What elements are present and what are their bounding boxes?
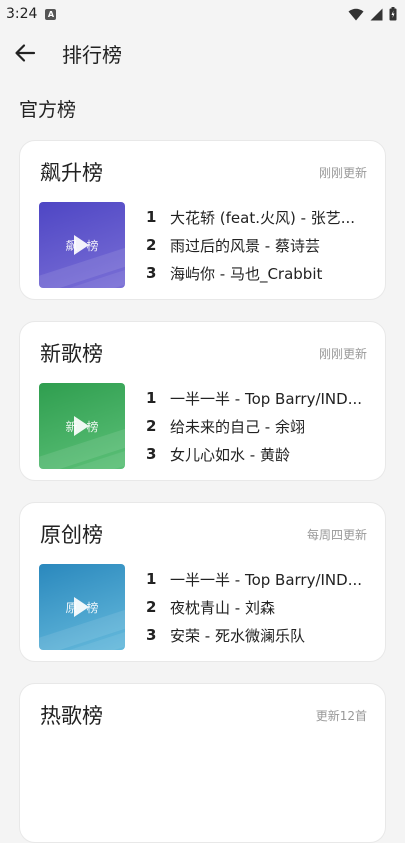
track-rank: 2 — [146, 236, 157, 254]
track-title: 女儿心如水 - 黄龄 — [170, 445, 290, 464]
signal-icon — [370, 8, 383, 20]
notification-app-icon: A — [45, 8, 57, 20]
chart-cover-image[interactable]: 飙 榜 — [39, 202, 125, 288]
card-title: 原创榜 — [40, 523, 103, 547]
track-item[interactable]: 1 一半一半 - Top Barry/IND... — [146, 565, 374, 593]
track-list: 1 一半一半 - Top Barry/IND... 2 夜枕青山 - 刘森 3 … — [146, 565, 374, 649]
card-title: 新歌榜 — [40, 342, 103, 366]
track-title: 雨过后的风景 - 蔡诗芸 — [170, 236, 320, 255]
track-item[interactable]: 3 安荣 - 死水微澜乐队 — [146, 621, 374, 649]
track-rank: 2 — [146, 598, 157, 616]
cover-label-left: 新 — [65, 419, 78, 434]
card-update-status: 刚刚更新 — [318, 347, 367, 361]
track-title: 给未来的自己 - 余翊 — [170, 417, 305, 436]
arrow-back-icon — [15, 44, 36, 62]
track-title: 大花轿 (feat.火风) - 张艺... — [170, 208, 356, 227]
chart-card-hot-songs[interactable]: 热歌榜 更新12首 — [19, 683, 386, 843]
wifi-icon — [348, 8, 364, 20]
cover-label-right: 榜 — [86, 600, 99, 615]
chart-card-new-songs[interactable]: 新歌榜 刚刚更新 新 榜 1 一半一半 - Top Barry/IND... 2… — [19, 321, 386, 481]
status-left: 3:24 A — [6, 6, 57, 22]
card-update-status: 每周四更新 — [306, 528, 367, 542]
status-right — [348, 7, 397, 21]
track-item[interactable]: 1 大花轿 (feat.火风) - 张艺... — [146, 203, 374, 231]
track-title: 夜枕青山 - 刘森 — [170, 598, 275, 617]
section-title-official: 官方榜 — [19, 99, 77, 121]
track-title: 海屿你 - 马也_Crabbit — [170, 264, 323, 283]
track-item[interactable]: 2 给未来的自己 - 余翊 — [146, 412, 374, 440]
track-rank: 3 — [146, 264, 157, 282]
cover-label-right: 榜 — [86, 419, 99, 434]
track-item[interactable]: 3 海屿你 - 马也_Crabbit — [146, 259, 374, 287]
track-rank: 1 — [146, 570, 157, 588]
card-update-status: 刚刚更新 — [318, 166, 367, 180]
chart-cover-image[interactable]: 新 榜 — [39, 383, 125, 469]
chart-card-original[interactable]: 原创榜 每周四更新 原 榜 1 一半一半 - Top Barry/IND... … — [19, 502, 386, 662]
status-time: 3:24 — [6, 6, 38, 22]
cover-label-left: 飙 — [65, 238, 78, 253]
card-update-status: 更新12首 — [315, 709, 367, 723]
app-bar: 排行榜 — [0, 28, 405, 78]
cover-label-left: 原 — [65, 600, 78, 615]
track-title: 一半一半 - Top Barry/IND... — [170, 570, 363, 589]
track-item[interactable]: 2 夜枕青山 - 刘森 — [146, 593, 374, 621]
track-title: 一半一半 - Top Barry/IND... — [170, 389, 363, 408]
track-rank: 1 — [146, 208, 157, 226]
status-bar: 3:24 A — [0, 0, 405, 28]
chart-card-soaring[interactable]: 飙升榜 刚刚更新 飙 榜 1 大花轿 (feat.火风) - 张艺... 2 雨… — [19, 140, 386, 300]
track-item[interactable]: 2 雨过后的风景 - 蔡诗芸 — [146, 231, 374, 259]
card-title: 热歌榜 — [40, 704, 103, 728]
card-title: 飙升榜 — [40, 161, 103, 185]
track-title: 安荣 - 死水微澜乐队 — [170, 626, 305, 645]
chart-cover-image[interactable]: 原 榜 — [39, 564, 125, 650]
track-rank: 3 — [146, 445, 157, 463]
back-button[interactable] — [10, 38, 40, 68]
battery-icon — [389, 7, 397, 21]
page-title: 排行榜 — [62, 42, 122, 67]
cover-label-right: 榜 — [86, 238, 99, 253]
track-item[interactable]: 3 女儿心如水 - 黄龄 — [146, 440, 374, 468]
track-rank: 2 — [146, 417, 157, 435]
track-rank: 3 — [146, 626, 157, 644]
track-list: 1 一半一半 - Top Barry/IND... 2 给未来的自己 - 余翊 … — [146, 384, 374, 468]
track-list: 1 大花轿 (feat.火风) - 张艺... 2 雨过后的风景 - 蔡诗芸 3… — [146, 203, 374, 287]
track-item[interactable]: 1 一半一半 - Top Barry/IND... — [146, 384, 374, 412]
track-rank: 1 — [146, 389, 157, 407]
